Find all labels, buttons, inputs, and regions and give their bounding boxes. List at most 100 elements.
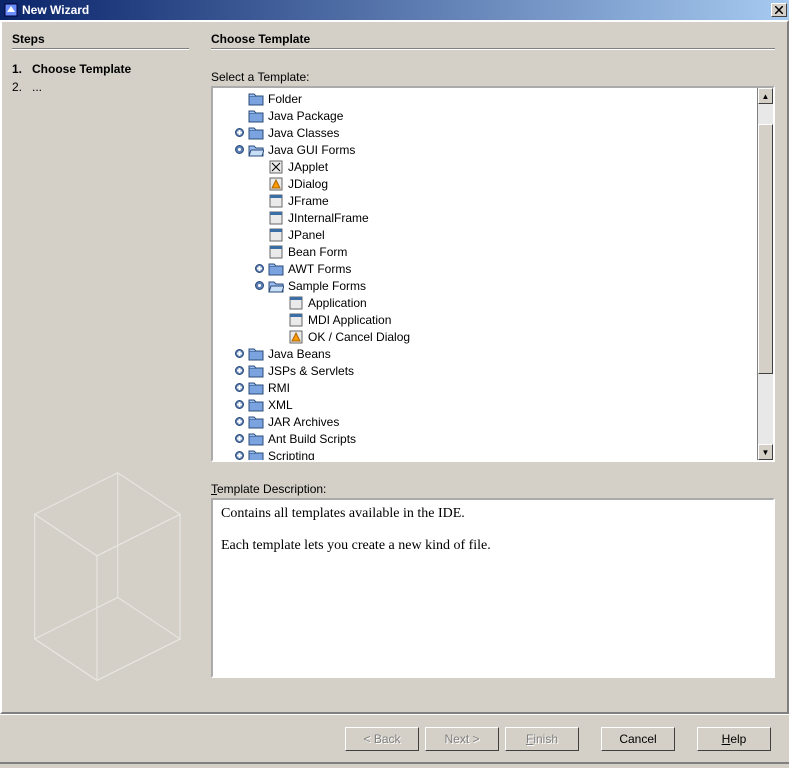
- tree-node-label: JAR Archives: [268, 415, 339, 429]
- collapse-icon[interactable]: [255, 281, 264, 290]
- tree-node[interactable]: OK / Cancel Dialog: [215, 328, 755, 345]
- tree-node[interactable]: Java Classes: [215, 124, 755, 141]
- expand-icon[interactable]: [235, 451, 244, 460]
- folder-icon: [248, 380, 264, 396]
- template-tree-container: Folder Java Package Java ClassesJava GUI F…: [211, 86, 775, 462]
- steps-list: 1.Choose Template2....: [12, 60, 189, 96]
- warn-icon: [268, 176, 284, 192]
- expand-icon[interactable]: [235, 349, 244, 358]
- step-item: 2....: [12, 78, 189, 96]
- steps-panel: Steps 1.Choose Template2....: [2, 22, 199, 712]
- tree-node-label: Bean Form: [288, 245, 347, 259]
- titlebar: New Wizard: [0, 0, 789, 20]
- page-title: Choose Template: [211, 32, 775, 46]
- tree-node[interactable]: MDI Application: [215, 311, 755, 328]
- expand-icon[interactable]: [235, 366, 244, 375]
- folder-icon: [248, 448, 264, 461]
- folder-open-icon: [268, 278, 284, 294]
- tree-node[interactable]: Application: [215, 294, 755, 311]
- tree-node[interactable]: Java GUI Forms: [215, 141, 755, 158]
- tree-node-label: XML: [268, 398, 293, 412]
- folder-icon: [248, 431, 264, 447]
- form-icon: [268, 210, 284, 226]
- tree-node-label: JSPs & Servlets: [268, 364, 354, 378]
- tree-node[interactable]: Sample Forms: [215, 277, 755, 294]
- expand-icon[interactable]: [235, 400, 244, 409]
- tree-node[interactable]: JAR Archives: [215, 413, 755, 430]
- scroll-track[interactable]: [758, 104, 773, 444]
- cancel-button[interactable]: Cancel: [601, 727, 675, 751]
- tree-node[interactable]: Ant Build Scripts: [215, 430, 755, 447]
- step-item: 1.Choose Template: [12, 60, 189, 78]
- wizard-body: Steps 1.Choose Template2.... Choose Temp…: [0, 20, 789, 714]
- scrollbar[interactable]: ▲ ▼: [757, 88, 773, 460]
- tree-node-label: JDialog: [288, 177, 328, 191]
- scroll-up-icon[interactable]: ▲: [758, 88, 773, 104]
- tree-node-label: JApplet: [288, 160, 328, 174]
- expand-icon[interactable]: [235, 417, 244, 426]
- decorative-cube: [2, 452, 199, 712]
- form-icon: [268, 227, 284, 243]
- help-button[interactable]: Help: [697, 727, 771, 751]
- folder-icon: [248, 363, 264, 379]
- tree-node[interactable]: RMI: [215, 379, 755, 396]
- main-panel: Choose Template Select a Template: Folde…: [199, 22, 787, 712]
- tree-node[interactable]: Bean Form: [215, 243, 755, 260]
- expand-icon[interactable]: [235, 434, 244, 443]
- tree-node-label: RMI: [268, 381, 290, 395]
- scroll-thumb[interactable]: [758, 124, 773, 374]
- tree-node[interactable]: Folder: [215, 90, 755, 107]
- form-icon: [268, 244, 284, 260]
- folder-icon: [248, 414, 264, 430]
- tree-node[interactable]: JFrame: [215, 192, 755, 209]
- back-button[interactable]: < Back: [345, 727, 419, 751]
- tree-node[interactable]: JInternalFrame: [215, 209, 755, 226]
- tree-node-label: Java Classes: [268, 126, 339, 140]
- close-button[interactable]: [771, 3, 787, 17]
- tree-node-label: Scripting: [268, 449, 315, 461]
- folder-icon: [248, 346, 264, 362]
- expand-icon[interactable]: [235, 128, 244, 137]
- expand-icon[interactable]: [255, 264, 264, 273]
- form-icon: [268, 193, 284, 209]
- tree-node-label: Java Beans: [268, 347, 331, 361]
- finish-button[interactable]: Finish: [505, 727, 579, 751]
- tree-node[interactable]: XML: [215, 396, 755, 413]
- tree-node[interactable]: JSPs & Servlets: [215, 362, 755, 379]
- tree-node[interactable]: JPanel: [215, 226, 755, 243]
- button-bar: < Back Next > Finish Cancel Help: [0, 714, 789, 764]
- warn-icon: [288, 329, 304, 345]
- collapse-icon[interactable]: [235, 145, 244, 154]
- folder-icon: [268, 261, 284, 277]
- applet-icon: [268, 159, 284, 175]
- tree-node-label: JFrame: [288, 194, 329, 208]
- next-button[interactable]: Next >: [425, 727, 499, 751]
- tree-node-label: Application: [308, 296, 367, 310]
- tree-node[interactable]: Scripting: [215, 447, 755, 460]
- tree-node-label: AWT Forms: [288, 262, 351, 276]
- tree-node[interactable]: Java Beans: [215, 345, 755, 362]
- tree-node-label: JInternalFrame: [288, 211, 369, 225]
- tree-node[interactable]: JDialog: [215, 175, 755, 192]
- tree-node-label: JPanel: [288, 228, 325, 242]
- expand-icon[interactable]: [235, 383, 244, 392]
- divider: [12, 48, 189, 50]
- divider: [211, 48, 775, 50]
- folder-icon: [248, 125, 264, 141]
- form-icon: [288, 312, 304, 328]
- tree-node-label: Ant Build Scripts: [268, 432, 356, 446]
- scroll-down-icon[interactable]: ▼: [758, 444, 773, 460]
- tree-node-label: Java Package: [268, 109, 343, 123]
- steps-heading: Steps: [12, 32, 189, 46]
- description-section: Template Description: Contains all templ…: [211, 482, 775, 678]
- tree-node-label: Folder: [268, 92, 302, 106]
- tree-node-label: OK / Cancel Dialog: [308, 330, 410, 344]
- template-tree[interactable]: Folder Java Package Java ClassesJava GUI F…: [213, 88, 757, 460]
- folder-icon: [248, 91, 264, 107]
- tree-node[interactable]: Java Package: [215, 107, 755, 124]
- tree-node-label: MDI Application: [308, 313, 391, 327]
- tree-node[interactable]: JApplet: [215, 158, 755, 175]
- tree-node[interactable]: AWT Forms: [215, 260, 755, 277]
- app-icon: [4, 3, 18, 17]
- form-icon: [288, 295, 304, 311]
